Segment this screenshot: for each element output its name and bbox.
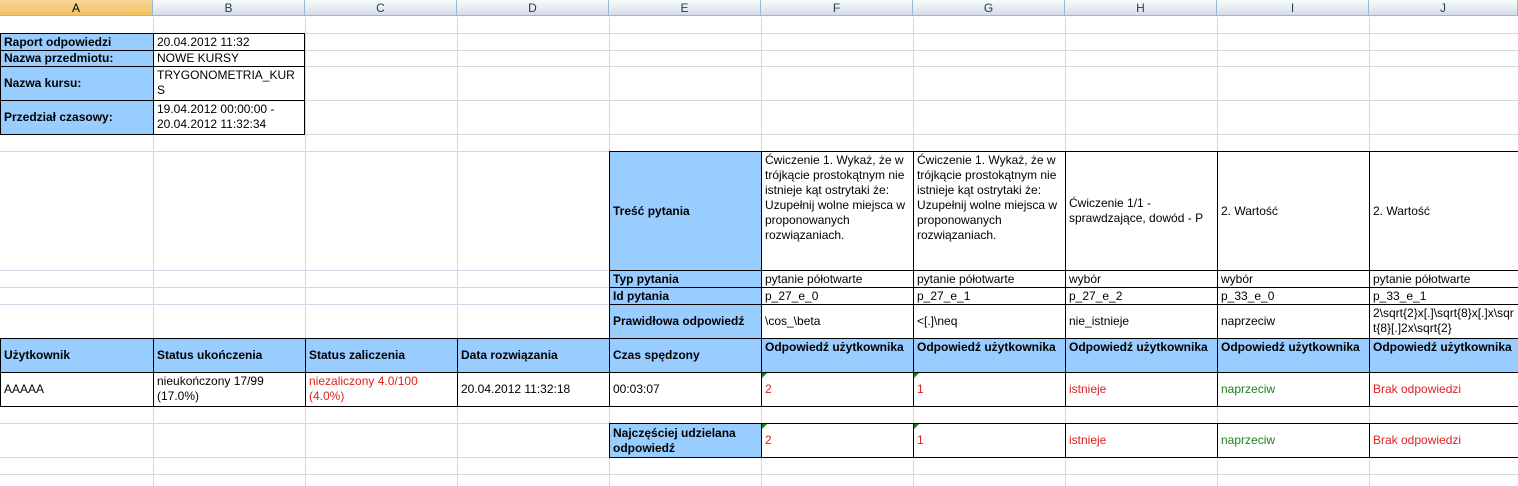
content-label: Treść pytania (609, 151, 762, 271)
column-header-f[interactable]: F (761, 0, 913, 16)
row-answer[interactable]: naprzeciw (1217, 372, 1370, 407)
range-value[interactable]: 19.04.2012 00:00:00 - 20.04.2012 11:32:3… (153, 100, 305, 135)
question-type[interactable]: wybór (1065, 270, 1218, 288)
correct-answer[interactable]: naprzeciw (1217, 304, 1370, 339)
gridline (457, 17, 458, 486)
header-user-answer: Odpowiedź użytkownika (1065, 338, 1218, 373)
correct-answer[interactable]: <[.]\neq (913, 304, 1066, 339)
comment-indicator-icon (762, 424, 767, 429)
range-label: Przedział czasowy: (0, 100, 154, 135)
header-user-answer: Odpowiedź użytkownika (1217, 338, 1370, 373)
comment-indicator-icon (762, 373, 767, 378)
header-user-answer: Odpowiedź użytkownika (913, 338, 1066, 373)
correct-label: Prawidłowa odpowiedź (609, 304, 762, 339)
header-completion: Status ukończenia (153, 338, 306, 373)
row-time[interactable]: 00:03:07 (609, 372, 762, 407)
column-header-e[interactable]: E (609, 0, 761, 16)
report-label: Raport odpowiedzi (0, 33, 154, 51)
gridline (305, 17, 306, 486)
question-content[interactable]: 2. Wartość (1369, 151, 1518, 271)
report-value[interactable]: 20.04.2012 11:32 (153, 33, 305, 51)
most-common-answer[interactable]: Brak odpowiedzi (1369, 423, 1518, 458)
subject-value[interactable]: NOWE KURSY (153, 50, 305, 67)
most-common-answer[interactable]: 1 (913, 423, 1066, 458)
question-content[interactable]: Ćwiczenie 1/1 - sprawdzające, dowód - P (1065, 151, 1218, 271)
correct-answer[interactable]: 2\sqrt{2}x[.]\sqrt{8}x[.]x\sqrt{8}[.]2x\… (1369, 304, 1518, 339)
header-pass: Status zaliczenia (305, 338, 458, 373)
row-answer[interactable]: istnieje (1065, 372, 1218, 407)
comment-indicator-icon (914, 373, 919, 378)
row-answer[interactable]: 2 (761, 372, 914, 407)
header-date: Data rozwiązania (457, 338, 610, 373)
correct-answer[interactable]: nie_istnieje (1065, 304, 1218, 339)
row-completion[interactable]: nieukończony 17/99 (17.0%) (153, 372, 306, 407)
correct-answer[interactable]: \cos_\beta (761, 304, 914, 339)
most-common-answer[interactable]: istnieje (1065, 423, 1218, 458)
column-headers: A B C D E F G H I J (0, 0, 1518, 17)
most-common-answer[interactable]: 2 (761, 423, 914, 458)
question-id[interactable]: p_27_e_2 (1065, 287, 1218, 305)
header-user-answer: Odpowiedź użytkownika (761, 338, 914, 373)
question-type[interactable]: pytanie półotwarte (761, 270, 914, 288)
id-label: Id pytania (609, 287, 762, 305)
most-common-answer[interactable]: naprzeciw (1217, 423, 1370, 458)
question-id[interactable]: p_27_e_1 (913, 287, 1066, 305)
header-user: Użytkownik (0, 338, 154, 373)
column-header-b[interactable]: B (153, 0, 305, 16)
row-answer[interactable]: Brak odpowiedzi (1369, 372, 1518, 407)
header-user-answer: Odpowiedź użytkownika (1369, 338, 1518, 373)
question-content[interactable]: Ćwiczenie 1. Wykaż, że w trójkącie prost… (913, 151, 1066, 271)
most-common-label: Najczęściej udzielana odpowiedź (609, 423, 762, 458)
course-label: Nazwa kursu: (0, 66, 154, 101)
column-header-g[interactable]: G (913, 0, 1065, 16)
header-time: Czas spędzony (609, 338, 762, 373)
row-pass[interactable]: niezaliczony 4.0/100 (4.0%) (305, 372, 458, 407)
question-type[interactable]: pytanie półotwarte (1369, 270, 1518, 288)
column-header-c[interactable]: C (305, 0, 457, 16)
gridline (0, 474, 1518, 475)
row-user[interactable]: AAAAA (0, 372, 154, 407)
row-date[interactable]: 20.04.2012 11:32:18 (457, 372, 610, 407)
question-content[interactable]: 2. Wartość (1217, 151, 1370, 271)
column-header-a[interactable]: A (0, 0, 153, 16)
question-id[interactable]: p_33_e_0 (1217, 287, 1370, 305)
subject-label: Nazwa przedmiotu: (0, 50, 154, 67)
question-type[interactable]: wybór (1217, 270, 1370, 288)
column-header-i[interactable]: I (1217, 0, 1369, 16)
column-header-h[interactable]: H (1065, 0, 1217, 16)
question-id[interactable]: p_27_e_0 (761, 287, 914, 305)
column-header-d[interactable]: D (457, 0, 609, 16)
row-answer[interactable]: 1 (913, 372, 1066, 407)
question-id[interactable]: p_33_e_1 (1369, 287, 1518, 305)
question-type[interactable]: pytanie półotwarte (913, 270, 1066, 288)
column-header-j[interactable]: J (1369, 0, 1518, 16)
type-label: Typ pytania (609, 270, 762, 288)
course-value[interactable]: TRYGONOMETRIA_KURS (153, 66, 305, 101)
question-content[interactable]: Ćwiczenie 1. Wykaż, że w trójkącie prost… (761, 151, 914, 271)
comment-indicator-icon (914, 424, 919, 429)
